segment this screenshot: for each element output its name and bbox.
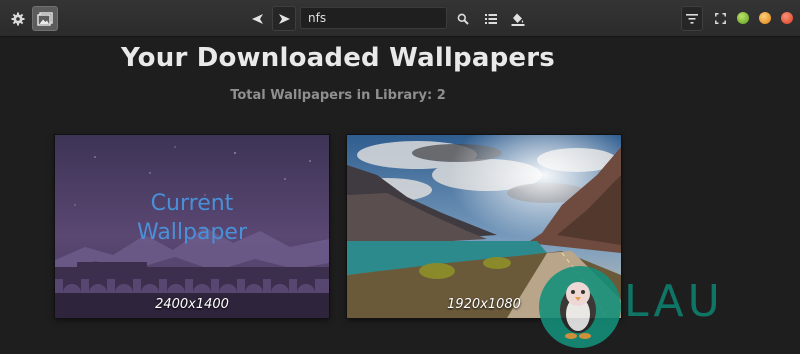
watermark-text: LAU [624,276,724,327]
header-bar [0,0,800,37]
watermark-logo [539,266,621,348]
filter-icon [686,13,698,24]
settings-button[interactable] [8,6,28,31]
resolution-label: 2400x1400 [155,297,229,312]
maximize-button[interactable] [759,12,771,24]
minimize-button[interactable] [737,12,749,24]
forward-button[interactable] [272,6,296,31]
gear-icon [11,12,25,26]
list-icon [485,13,497,24]
forward-arrow-icon [278,13,291,25]
library-count: Total Wallpapers in Library: 2 [230,88,446,103]
gallery-button[interactable] [32,6,58,31]
fullscreen-icon [714,13,726,24]
gallery-icon [37,11,53,26]
search-input[interactable] [300,7,447,29]
back-arrow-icon [251,13,264,25]
fill-color-icon [511,12,525,26]
back-button[interactable] [246,6,268,31]
wallpaper-card[interactable]: Current Wallpaper 2400x1400 [55,135,329,318]
close-button[interactable] [781,12,793,24]
fullscreen-button[interactable] [712,6,728,31]
list-view-button[interactable] [482,6,500,31]
penguin-icon [560,282,596,339]
page-title: Your Downloaded Wallpapers [121,43,555,73]
current-wallpaper-label: Current Wallpaper [136,191,248,245]
search-button[interactable] [454,6,472,31]
filter-button[interactable] [681,6,703,31]
fill-color-button[interactable] [508,6,528,31]
search-icon [457,13,469,25]
